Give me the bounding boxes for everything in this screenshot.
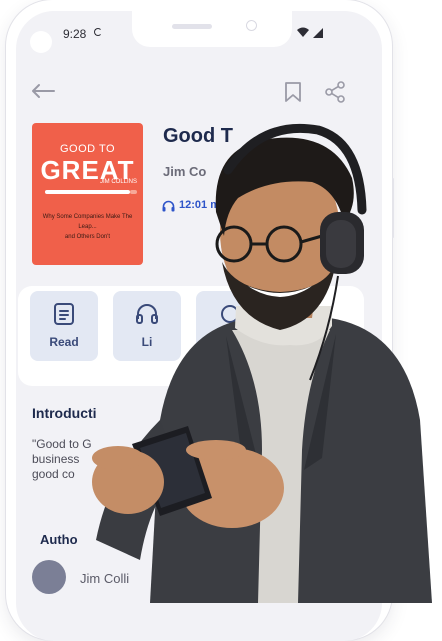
person-with-headphones-illustration	[92, 123, 432, 603]
